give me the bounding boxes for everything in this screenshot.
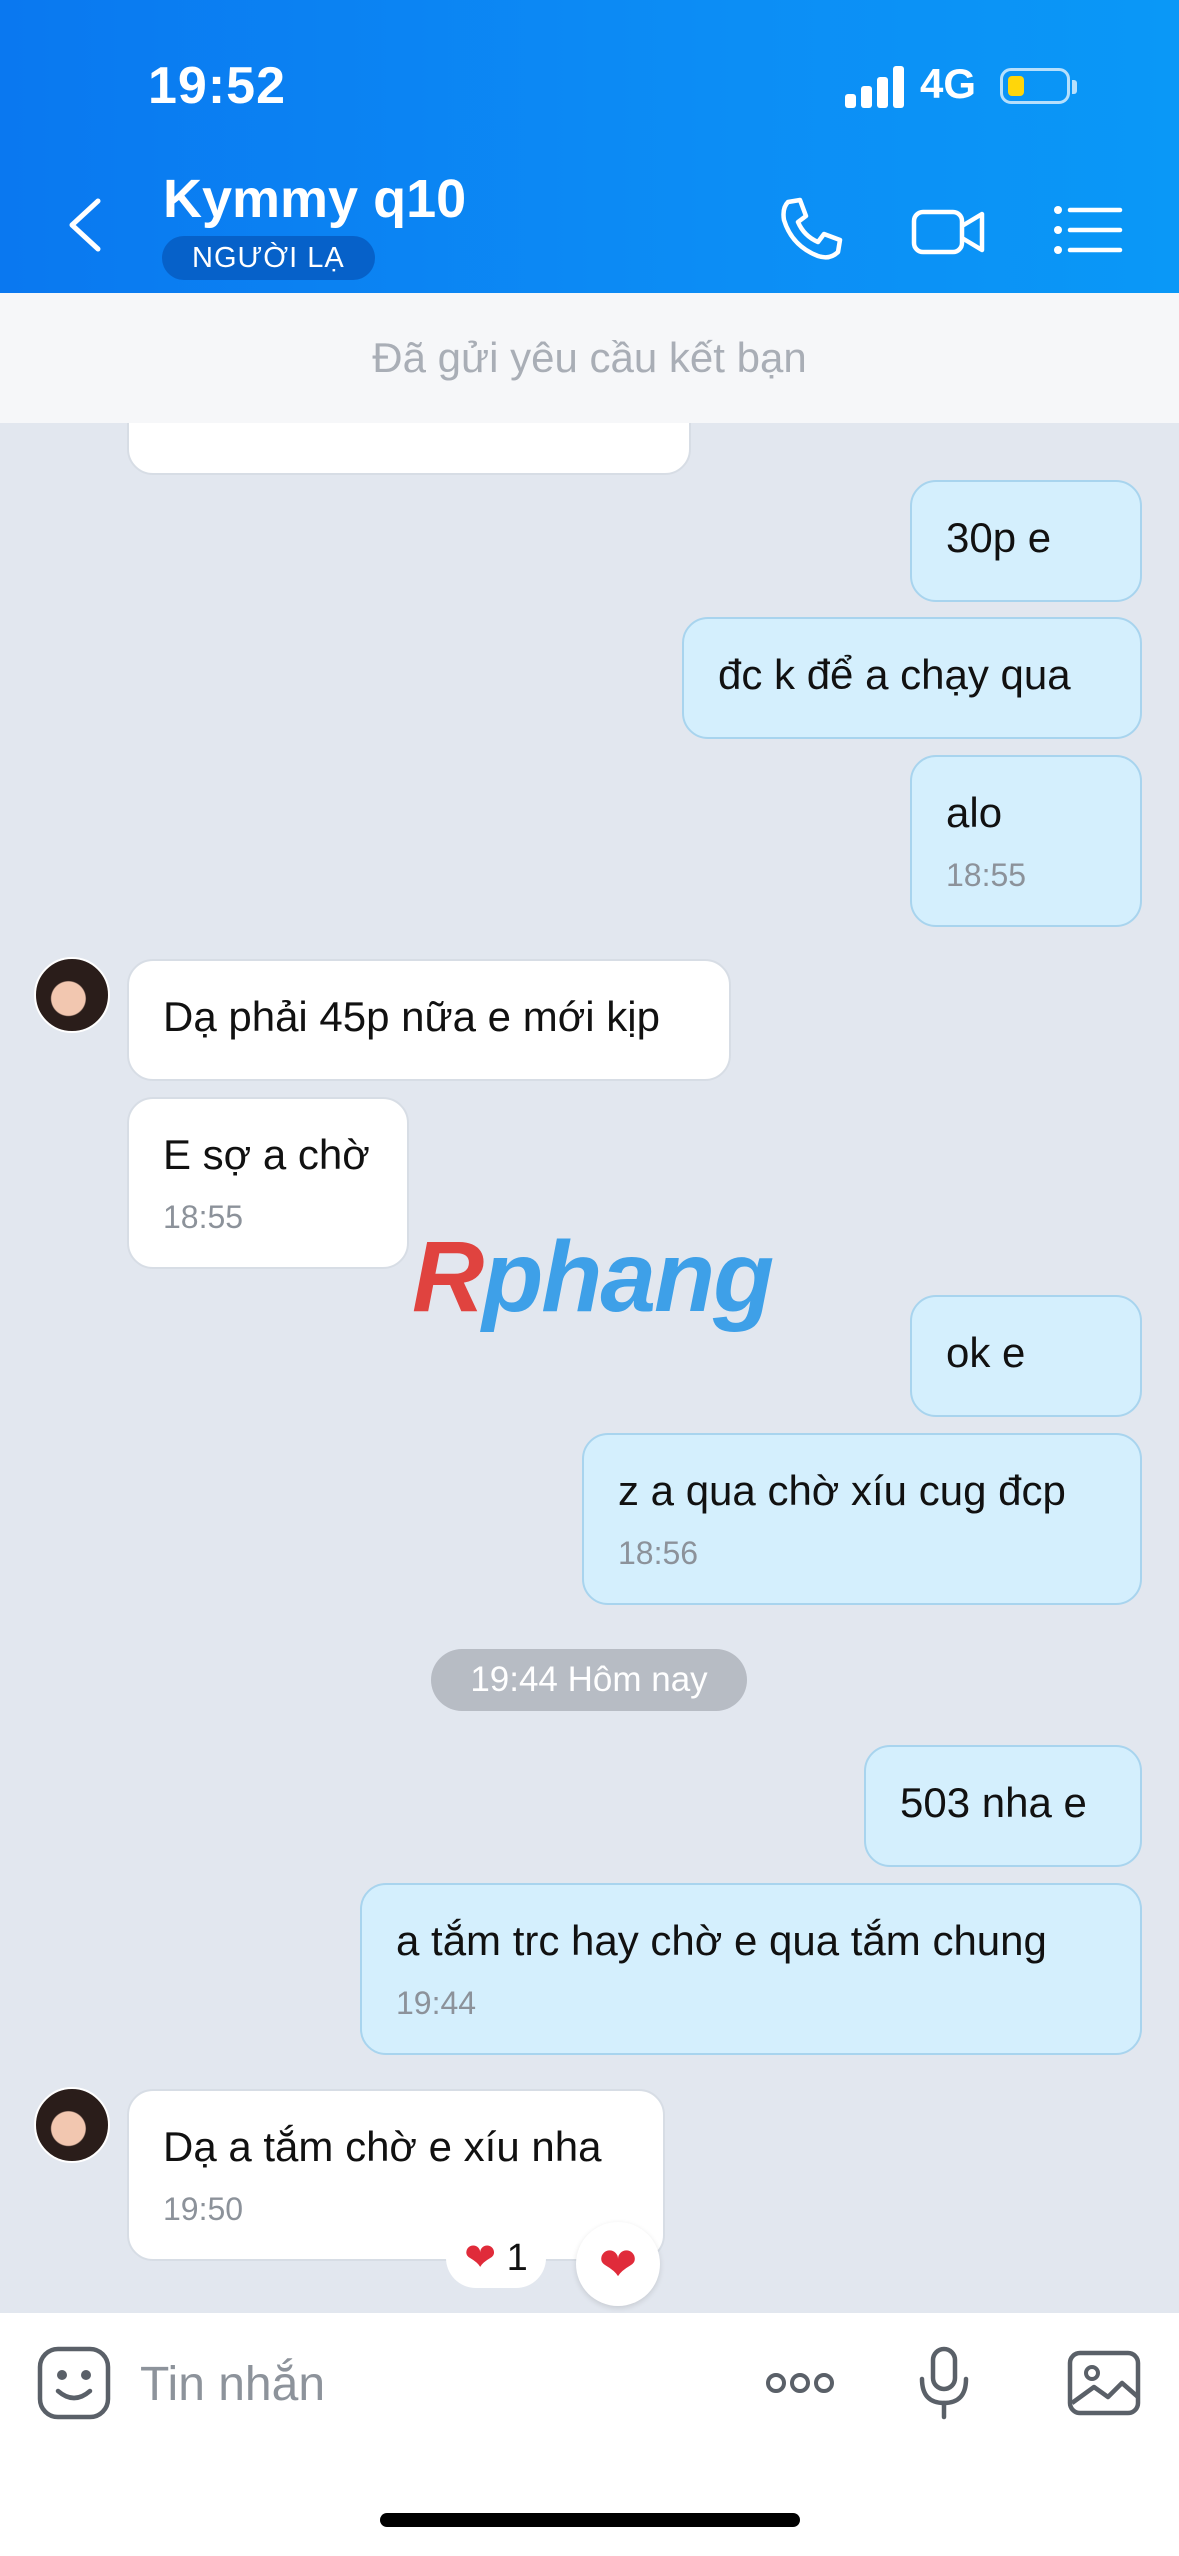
message-text: ok e: [946, 1329, 1026, 1376]
message-text: z a qua chờ xíu cug đcp: [618, 1467, 1066, 1514]
reaction-count-value: 1: [506, 2237, 528, 2279]
message-text: Dạ phải 45p nữa e mới kịp: [163, 993, 660, 1040]
watermark-logo: Rphang: [412, 1221, 774, 1333]
message-input[interactable]: Tin nhắn: [140, 2357, 325, 2412]
reaction-count[interactable]: ❤ 1: [446, 2228, 546, 2288]
message-bubble-in[interactable]: Dạ a tắm chờ e xíu nha 19:50: [127, 2089, 665, 2261]
message-time: 18:56: [618, 1535, 699, 1571]
message-time: 19:50: [163, 2191, 244, 2227]
contact-avatar[interactable]: [34, 957, 110, 1033]
message-bubble-out[interactable]: đc k để a chạy qua: [682, 617, 1142, 739]
message-text: a tắm trc hay chờ e qua tắm chung: [396, 1917, 1047, 1964]
message-bubble-in[interactable]: E sợ a chờ 18:55: [127, 1097, 409, 1269]
message-bubble-out[interactable]: z a qua chờ xíu cug đcp 18:56: [582, 1433, 1142, 1605]
message-time: 18:55: [163, 1199, 244, 1235]
message-bubble-out[interactable]: a tắm trc hay chờ e qua tắm chung 19:44: [360, 1883, 1142, 2055]
message-input-bar: Tin nhắn: [0, 2313, 1179, 2556]
friend-request-banner: Đã gửi yêu cầu kết bạn: [0, 293, 1179, 423]
sticker-icon[interactable]: [34, 2343, 114, 2423]
message-text: đc k để a chạy qua: [718, 651, 1071, 698]
contact-name[interactable]: Kymmy q10: [163, 168, 466, 230]
message-text: Dạ a tắm chờ e xíu nha: [163, 2123, 602, 2170]
menu-list-icon[interactable]: [1048, 190, 1128, 270]
signal-icon: [845, 66, 905, 108]
message-bubble-partial: [127, 423, 691, 475]
network-label: 4G: [920, 60, 977, 107]
heart-react-button[interactable]: ❤: [576, 2222, 660, 2306]
message-bubble-out[interactable]: alo 18:55: [910, 755, 1142, 927]
microphone-icon[interactable]: [904, 2343, 984, 2423]
contact-avatar[interactable]: [34, 2087, 110, 2163]
message-text: E sợ a chờ: [163, 1131, 370, 1178]
message-bubble-out[interactable]: 30p e: [910, 480, 1142, 602]
home-indicator: [380, 2513, 800, 2527]
phone-icon[interactable]: [770, 190, 850, 270]
more-options-icon[interactable]: [760, 2343, 840, 2423]
heart-icon: ❤: [464, 2237, 497, 2279]
message-bubble-out[interactable]: ok e: [910, 1295, 1142, 1417]
message-bubble-in[interactable]: Dạ phải 45p nữa e mới kịp: [127, 959, 731, 1081]
chat-area[interactable]: 30p e đc k để a chạy qua alo 18:55 Dạ ph…: [0, 423, 1179, 2313]
back-icon[interactable]: [60, 195, 110, 255]
video-call-icon[interactable]: [908, 190, 988, 270]
message-text: alo: [946, 789, 1003, 836]
chat-header: 19:52 4G Kymmy q10 NGƯỜI LẠ: [0, 0, 1179, 293]
message-time: 19:44: [396, 1985, 477, 2021]
message-bubble-out[interactable]: 503 nha e: [864, 1745, 1142, 1867]
day-separator: 19:44 Hôm nay: [431, 1649, 747, 1711]
status-time: 19:52: [148, 57, 286, 115]
message-text: 503 nha e: [900, 1779, 1087, 1826]
message-text: 30p e: [946, 514, 1052, 561]
stranger-badge: NGƯỜI LẠ: [162, 236, 375, 280]
battery-icon: [1000, 68, 1077, 104]
message-time: 18:55: [946, 857, 1027, 893]
image-gallery-icon[interactable]: [1064, 2343, 1144, 2423]
